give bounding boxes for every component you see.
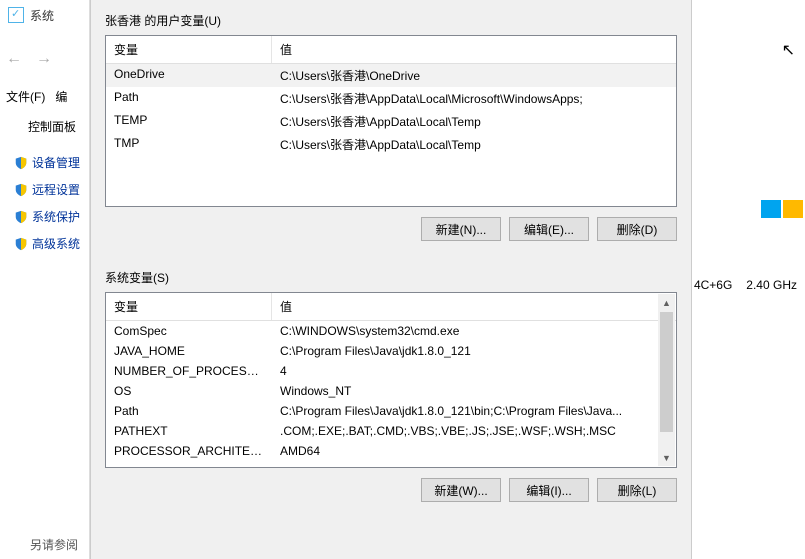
control-panel-home[interactable]: 控制面板 [28,118,76,135]
delete-user-var-button[interactable]: 删除(D) [597,217,677,241]
table-row[interactable]: PATHEXT.COM;.EXE;.BAT;.CMD;.VBS;.VBE;.JS… [106,421,676,441]
shield-icon [14,210,28,224]
var-name: NUMBER_OF_PROCESSORS [106,361,272,381]
sys-vars-header: 变量 值 [106,293,676,321]
table-row[interactable]: JAVA_HOMEC:\Program Files\Java\jdk1.8.0_… [106,341,676,361]
var-value: C:\Users\张香港\AppData\Local\Microsoft\Win… [272,87,676,110]
sidebar-link[interactable]: 系统保护 [14,208,80,225]
var-name: OS [106,381,272,401]
col-name[interactable]: 变量 [106,293,272,320]
sidebar-link[interactable]: 远程设置 [14,181,80,198]
var-name: JAVA_HOME [106,341,272,361]
spec-cpu: 2.40 GHz [746,278,797,292]
menu-edit[interactable]: 编 [55,88,67,105]
var-value: C:\Users\张香港\AppData\Local\Temp [272,133,676,156]
sys-vars-rows: ComSpecC:\WINDOWS\system32\cmd.exeJAVA_H… [106,321,676,461]
var-name: TEMP [106,110,272,133]
var-value: Windows_NT [272,381,676,401]
scroll-up-icon[interactable]: ▲ [658,294,675,311]
var-value: .COM;.EXE;.BAT;.CMD;.VBS;.VBE;.JS;.JSE;.… [272,421,676,441]
system-window-bg: 系统 ← → 文件(F) 编 控制面板 设备管理远程设置系统保护高级系统 另请参… [0,0,90,559]
scroll-down-icon[interactable]: ▼ [658,449,675,466]
sidebar-links: 设备管理远程设置系统保护高级系统 [14,154,80,252]
var-name: PATHEXT [106,421,272,441]
windows-logo-icon [761,180,805,220]
sidebar-link-label: 系统保护 [32,208,80,225]
var-name: TMP [106,133,272,156]
sys-vars-listbox[interactable]: 变量 值 ComSpecC:\WINDOWS\system32\cmd.exeJ… [105,292,677,468]
col-name[interactable]: 变量 [106,36,272,63]
back-arrow-icon[interactable]: ← [6,50,22,68]
spec-ram: 4C+6G [694,278,732,292]
menu-bar: 文件(F) 编 [6,88,67,105]
new-user-var-button[interactable]: 新建(N)... [421,217,501,241]
var-name: OneDrive [106,64,272,87]
sidebar-link-label: 设备管理 [32,154,80,171]
var-value: C:\Program Files\Java\jdk1.8.0_121\bin;C… [272,401,676,421]
scrollbar[interactable]: ▲ ▼ [658,294,675,466]
var-value: 4 [272,361,676,381]
table-row[interactable]: TEMPC:\Users\张香港\AppData\Local\Temp [106,110,676,133]
sidebar-link-label: 高级系统 [32,235,80,252]
cursor-icon: ↖ [782,40,795,60]
new-sys-var-button[interactable]: 新建(W)... [421,478,501,502]
var-name: Path [106,401,272,421]
edit-user-var-button[interactable]: 编辑(E)... [509,217,589,241]
right-bg: 4C+6G 2.40 GHz [690,0,805,559]
sidebar-link[interactable]: 高级系统 [14,235,80,252]
scroll-thumb[interactable] [660,312,673,432]
var-name: ComSpec [106,321,272,341]
sys-vars-label: 系统变量(S) [91,257,691,292]
var-value: AMD64 [272,441,676,461]
shield-icon [14,183,28,197]
var-name: Path [106,87,272,110]
nav-arrows: ← → [6,50,52,68]
user-vars-label: 张香港 的用户变量(U) [91,0,691,35]
user-vars-rows: OneDriveC:\Users\张香港\OneDrivePathC:\User… [106,64,676,156]
edit-sys-var-button[interactable]: 编辑(I)... [509,478,589,502]
sidebar-link[interactable]: 设备管理 [14,154,80,171]
env-vars-dialog: 张香港 的用户变量(U) 变量 值 OneDriveC:\Users\张香港\O… [90,0,692,559]
var-value: C:\Program Files\Java\jdk1.8.0_121 [272,341,676,361]
var-name: PROCESSOR_ARCHITECT... [106,441,272,461]
forward-arrow-icon: → [36,50,52,68]
shield-icon [14,237,28,251]
var-value: C:\WINDOWS\system32\cmd.exe [272,321,676,341]
user-vars-listbox[interactable]: 变量 值 OneDriveC:\Users\张香港\OneDrivePathC:… [105,35,677,207]
user-buttons: 新建(N)... 编辑(E)... 删除(D) [91,207,691,257]
var-value: C:\Users\张香港\OneDrive [272,64,676,87]
table-row[interactable]: OSWindows_NT [106,381,676,401]
user-vars-header: 变量 值 [106,36,676,64]
window-title-bar: 系统 [0,0,54,30]
shield-icon [14,156,28,170]
see-also-label: 另请参阅 [30,536,78,553]
col-value[interactable]: 值 [272,36,676,63]
sys-buttons: 新建(W)... 编辑(I)... 删除(L) [91,468,691,518]
system-icon [8,7,24,23]
menu-file[interactable]: 文件(F) [6,88,45,105]
var-value: C:\Users\张香港\AppData\Local\Temp [272,110,676,133]
table-row[interactable]: TMPC:\Users\张香港\AppData\Local\Temp [106,133,676,156]
col-value[interactable]: 值 [272,293,676,320]
table-row[interactable]: PathC:\Program Files\Java\jdk1.8.0_121\b… [106,401,676,421]
window-title: 系统 [30,7,54,24]
table-row[interactable]: PathC:\Users\张香港\AppData\Local\Microsoft… [106,87,676,110]
table-row[interactable]: PROCESSOR_ARCHITECT...AMD64 [106,441,676,461]
sidebar-link-label: 远程设置 [32,181,80,198]
table-row[interactable]: OneDriveC:\Users\张香港\OneDrive [106,64,676,87]
system-specs: 4C+6G 2.40 GHz [694,278,797,292]
delete-sys-var-button[interactable]: 删除(L) [597,478,677,502]
table-row[interactable]: NUMBER_OF_PROCESSORS4 [106,361,676,381]
table-row[interactable]: ComSpecC:\WINDOWS\system32\cmd.exe [106,321,676,341]
